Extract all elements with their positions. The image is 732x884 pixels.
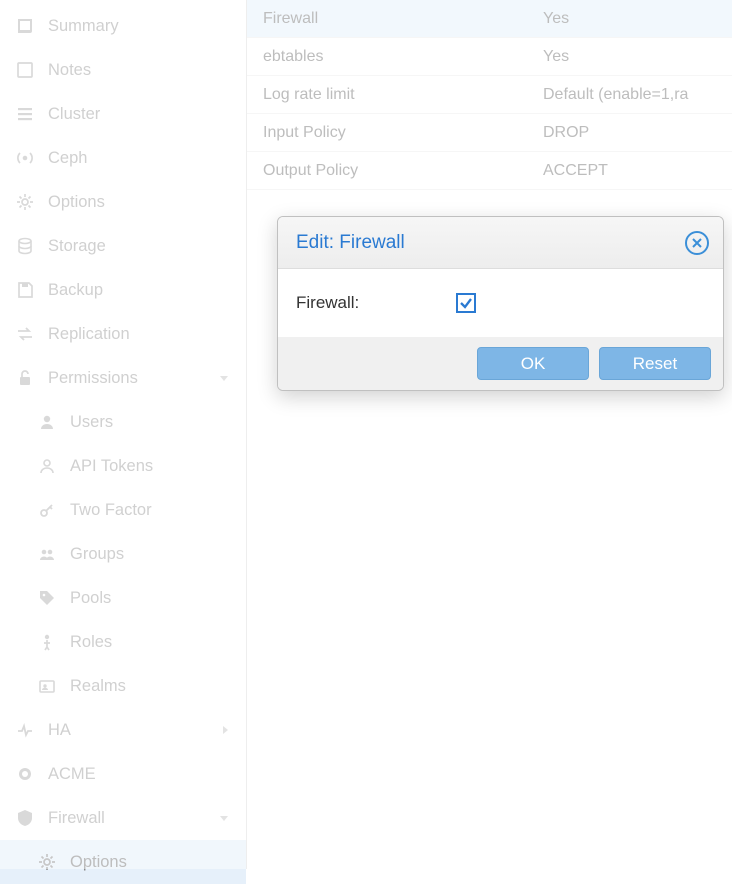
sidebar-item-label: Storage xyxy=(48,237,246,256)
chevron-down-icon xyxy=(218,813,230,823)
user-icon xyxy=(36,411,58,433)
row-key: Input Policy xyxy=(247,124,543,142)
group-icon xyxy=(36,543,58,565)
edit-firewall-dialog: Edit: Firewall Firewall: OK Reset xyxy=(277,216,724,391)
bars-icon xyxy=(14,103,36,125)
table-row[interactable]: Input PolicyDROP xyxy=(247,114,732,152)
sidebar-item-api-tokens[interactable]: API Tokens xyxy=(0,444,246,488)
db-icon xyxy=(14,235,36,257)
row-key: Firewall xyxy=(247,10,543,28)
gear-icon xyxy=(36,851,58,873)
heartbeat-icon xyxy=(14,719,36,741)
row-value: ACCEPT xyxy=(543,162,732,180)
idcard-icon xyxy=(36,675,58,697)
close-icon[interactable] xyxy=(685,231,709,255)
sidebar-item-permissions[interactable]: Permissions xyxy=(0,356,246,400)
reset-button[interactable]: Reset xyxy=(599,347,711,380)
main-panel: FirewallYesebtablesYesLog rate limitDefa… xyxy=(247,0,732,869)
sidebar-item-label: Ceph xyxy=(48,149,246,168)
tags-icon xyxy=(36,587,58,609)
sidebar-item-users[interactable]: Users xyxy=(0,400,246,444)
dialog-body: Firewall: xyxy=(278,269,723,337)
sidebar-item-options[interactable]: Options xyxy=(0,180,246,224)
chevron-down-icon xyxy=(218,373,230,383)
sidebar-item-label: Options xyxy=(48,193,246,212)
sidebar-item-notes[interactable]: Notes xyxy=(0,48,246,92)
sidebar-item-acme[interactable]: ACME xyxy=(0,752,246,796)
exchange-icon xyxy=(14,323,36,345)
firewall-checkbox[interactable] xyxy=(456,293,476,313)
options-table: FirewallYesebtablesYesLog rate limitDefa… xyxy=(247,0,732,190)
chevron-right-icon xyxy=(220,724,230,736)
sidebar: Summary Notes Cluster Ceph Options Storage Bac… xyxy=(0,0,247,869)
sidebar-item-label: Summary xyxy=(48,17,246,36)
userring-icon xyxy=(36,455,58,477)
sidebar-item-label: ACME xyxy=(48,765,246,784)
sidebar-item-label: Pools xyxy=(70,589,246,608)
sidebar-item-firewall[interactable]: Firewall xyxy=(0,796,246,840)
sidebar-item-summary[interactable]: Summary xyxy=(0,4,246,48)
sidebar-item-label: Users xyxy=(70,413,246,432)
dialog-header: Edit: Firewall xyxy=(278,217,723,269)
sidebar-item-cluster[interactable]: Cluster xyxy=(0,92,246,136)
unlock-icon xyxy=(14,367,36,389)
sidebar-item-storage[interactable]: Storage xyxy=(0,224,246,268)
note-icon xyxy=(14,59,36,81)
row-value: Default (enable=1,ra xyxy=(543,86,732,104)
row-key: Log rate limit xyxy=(247,86,543,104)
sidebar-item-two-factor[interactable]: Two Factor xyxy=(0,488,246,532)
sidebar-item-label: Notes xyxy=(48,61,246,80)
sidebar-item-realms[interactable]: Realms xyxy=(0,664,246,708)
table-row[interactable]: Output PolicyACCEPT xyxy=(247,152,732,190)
dialog-title: Edit: Firewall xyxy=(296,232,405,254)
save-icon xyxy=(14,279,36,301)
sidebar-item-label: HA xyxy=(48,721,246,740)
gear-icon xyxy=(14,191,36,213)
key-icon xyxy=(36,499,58,521)
person-icon xyxy=(36,631,58,653)
sidebar-item-label: Permissions xyxy=(48,369,246,388)
sidebar-item-label: Groups xyxy=(70,545,246,564)
sidebar-item-label: Cluster xyxy=(48,105,246,124)
sidebar-item-pools[interactable]: Pools xyxy=(0,576,246,620)
sidebar-item-replication[interactable]: Replication xyxy=(0,312,246,356)
table-row[interactable]: ebtablesYes xyxy=(247,38,732,76)
sidebar-item-groups[interactable]: Groups xyxy=(0,532,246,576)
row-value: Yes xyxy=(543,10,732,28)
sidebar-item-ha[interactable]: HA xyxy=(0,708,246,752)
broadcast-icon xyxy=(14,147,36,169)
row-value: Yes xyxy=(543,48,732,66)
row-key: ebtables xyxy=(247,48,543,66)
sidebar-item-ceph[interactable]: Ceph xyxy=(0,136,246,180)
sidebar-item-backup[interactable]: Backup xyxy=(0,268,246,312)
book-icon xyxy=(14,15,36,37)
sidebar-item-label: Two Factor xyxy=(70,501,246,520)
firewall-field-label: Firewall: xyxy=(296,293,456,313)
row-key: Output Policy xyxy=(247,162,543,180)
sidebar-item-roles[interactable]: Roles xyxy=(0,620,246,664)
dialog-footer: OK Reset xyxy=(278,337,723,390)
row-value: DROP xyxy=(543,124,732,142)
sidebar-item-label: Firewall xyxy=(48,809,246,828)
sidebar-item-label: Roles xyxy=(70,633,246,652)
table-row[interactable]: FirewallYes xyxy=(247,0,732,38)
cert-icon xyxy=(14,763,36,785)
ok-button[interactable]: OK xyxy=(477,347,589,380)
sidebar-item-options[interactable]: Options xyxy=(0,840,246,884)
sidebar-item-label: Realms xyxy=(70,677,246,696)
table-row[interactable]: Log rate limitDefault (enable=1,ra xyxy=(247,76,732,114)
sidebar-item-label: Backup xyxy=(48,281,246,300)
sidebar-item-label: Replication xyxy=(48,325,246,344)
sidebar-item-label: API Tokens xyxy=(70,457,246,476)
shield-icon xyxy=(14,807,36,829)
